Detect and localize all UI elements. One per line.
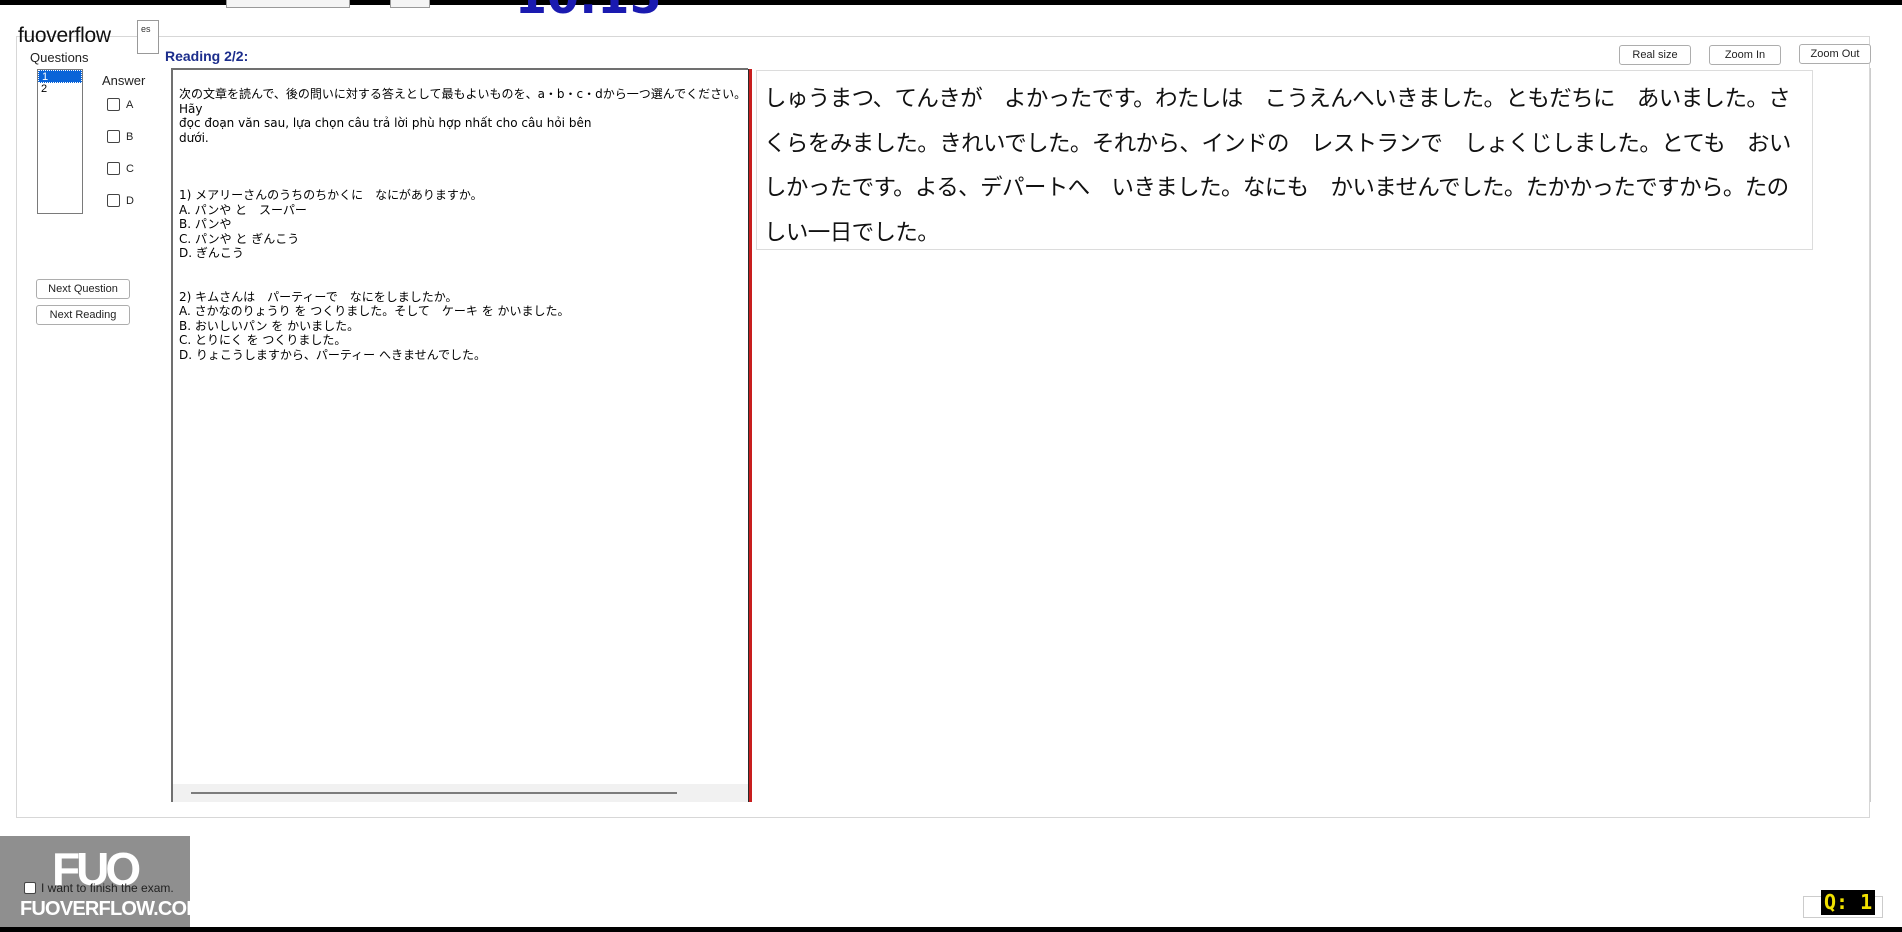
option-b-checkbox[interactable] (107, 130, 120, 143)
question-item-2[interactable]: 2 (38, 83, 82, 96)
option-c[interactable]: C (107, 162, 134, 175)
next-reading-button[interactable]: Next Reading (36, 305, 130, 325)
zoom-in-button[interactable]: Zoom In (1709, 45, 1781, 65)
question-2-choice-a: A. さかなのりょうり を つくりました。そして ケーキ を かいました。 (179, 304, 570, 318)
option-a-label: A (126, 98, 134, 111)
next-question-button[interactable]: Next Question (36, 279, 130, 299)
question-2-choice-b: B. おいしいパン を かいました。 (179, 318, 360, 333)
top-clipped-control-2 (390, 0, 430, 8)
question-2-choice-d: D. りょこうしますから、パーティー へきませんでした。 (179, 347, 487, 362)
question-1-choice-a: A. パンや と スーパー (179, 202, 307, 217)
real-size-button[interactable]: Real size (1619, 45, 1691, 65)
bottom-black-bar (0, 927, 1902, 932)
finish-exam-option[interactable]: I want to finish the exam. (24, 881, 174, 895)
answer-label: Answer (102, 73, 146, 88)
option-a[interactable]: A (107, 98, 133, 111)
instruction-vietnamese-3: dưới. (179, 130, 209, 145)
logo-site-text: FUOVERFLOW.COM (20, 898, 203, 920)
option-d-checkbox[interactable] (107, 194, 120, 207)
question-1-choice-c: C. パンや と ぎんこう (179, 231, 300, 246)
question-2-choice-c: C. とりにく を つくりました。 (179, 333, 347, 347)
question-item-1[interactable]: 1 (38, 70, 82, 83)
option-a-checkbox[interactable] (107, 98, 120, 111)
option-d-label: D (126, 194, 134, 207)
option-b[interactable]: B (107, 130, 133, 143)
question-list[interactable]: 1 2 (37, 69, 83, 214)
scrollbar-thumb[interactable] (191, 792, 677, 794)
instruction-vietnamese-2: đọc đoạn văn sau, lựa chọn câu trả lời p… (179, 116, 592, 130)
pane-splitter[interactable] (748, 69, 752, 802)
right-divider (1870, 68, 1871, 802)
finish-exam-checkbox[interactable] (24, 882, 36, 894)
instruction-japanese: 次の文章を読んで、後の問いに対する答えとして最もよいものを、a・b・c・dから一… (179, 87, 747, 101)
question-2-text: 2) キムさんは パーティーで なにをしましたか。 (179, 289, 458, 304)
option-b-label: B (126, 130, 134, 143)
question-1-choice-b: B. パンや (179, 217, 232, 231)
option-c-checkbox[interactable] (107, 162, 120, 175)
question-counter: Q: 1 (1821, 890, 1876, 915)
questions-label: Questions (30, 50, 89, 65)
horizontal-scrollbar[interactable] (173, 784, 748, 802)
question-text-pane[interactable]: 次の文章を読んで、後の問いに対する答えとして最もよいものを、a・b・c・dから一… (171, 68, 748, 802)
exam-timer: 10:15 (515, 0, 661, 20)
option-c-label: C (126, 162, 134, 175)
top-clipped-control (226, 0, 350, 8)
finish-exam-label: I want to finish the exam. (41, 881, 174, 895)
question-1-text: 1) メアリーさんのうちのちかくに なにがありますか。 (179, 188, 483, 202)
reading-title: Reading 2/2: (165, 48, 249, 64)
zoom-out-button[interactable]: Zoom Out (1799, 44, 1871, 64)
option-d[interactable]: D (107, 194, 134, 207)
tiny-tab[interactable]: es (137, 20, 159, 54)
question-1-choice-d: D. ぎんこう (179, 246, 244, 260)
reading-passage-pane: しゅうまつ、てんきが よかったです。わたしは こうえんへいきました。ともだちに … (756, 70, 1813, 250)
watermark-text: fuoverflow (18, 24, 111, 47)
instruction-vietnamese-1: Hãy (179, 101, 203, 116)
reading-passage-text: しゅうまつ、てんきが よかったです。わたしは こうえんへいきました。ともだちに … (764, 86, 1791, 246)
